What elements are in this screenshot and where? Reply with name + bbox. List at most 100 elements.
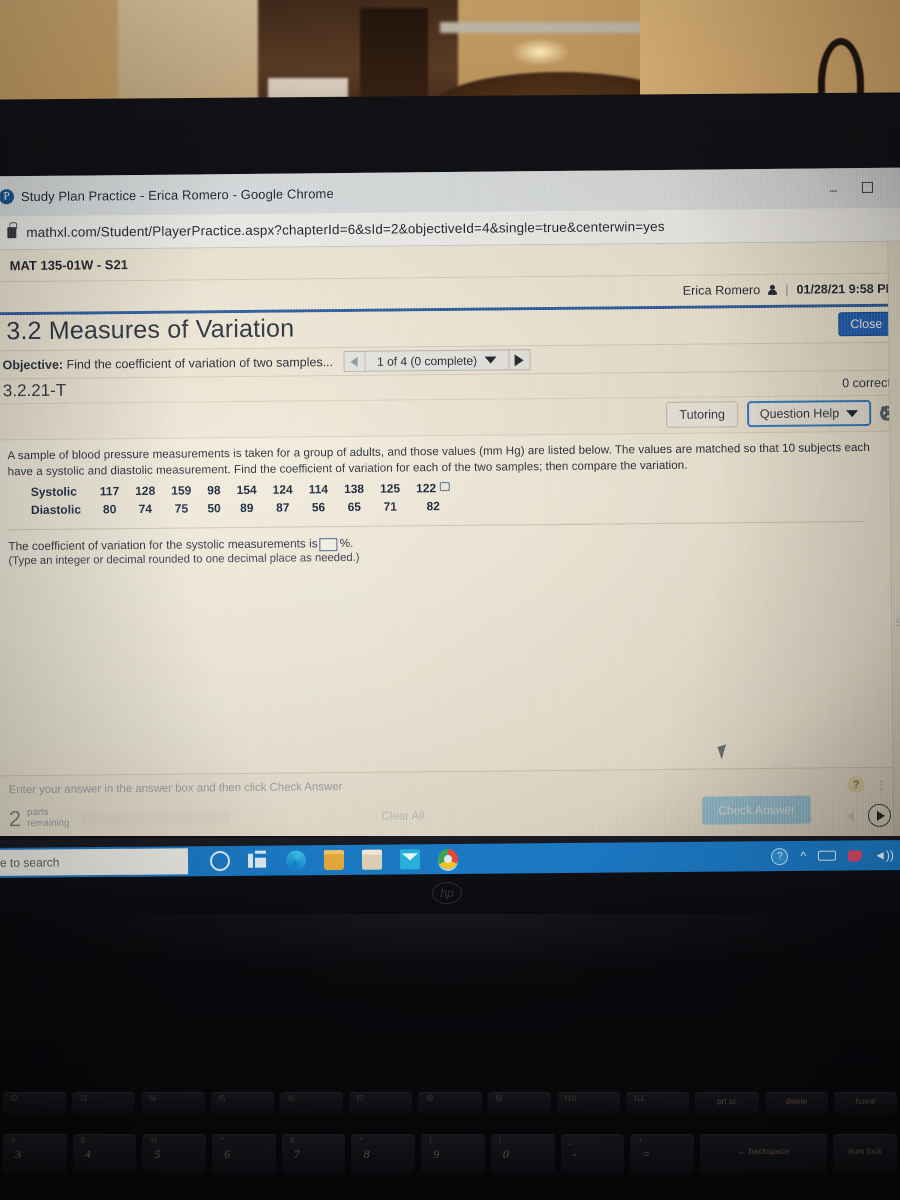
microsoft-store-icon[interactable] [361,849,383,870]
key-f5[interactable]: f5 [210,1092,274,1114]
triangle-left-icon[interactable] [846,810,855,821]
key-sup: f10 [564,1094,576,1103]
key-sup: f3 [80,1094,87,1103]
network-icon[interactable] [848,849,863,862]
tutoring-button[interactable]: Tutoring [666,401,739,428]
question-pager[interactable]: 1 of 4 (0 complete) [364,349,509,372]
check-answer-button[interactable]: Check Answer [702,795,812,825]
key-f8[interactable]: f8 [418,1092,482,1114]
key-label: 0 [502,1147,509,1161]
chevron-up-icon[interactable]: ^ [800,849,806,863]
cell: 125 [379,481,401,496]
key-f4[interactable]: f4 [141,1092,205,1114]
question-navigator: 1 of 4 (0 complete) [342,349,531,373]
minimize-button[interactable]: – [830,182,837,197]
cell: 138 [343,481,365,497]
laptop-deck: hp f2 f3 f4 f5 f6 f7 f8 f9 f10 f11 prt s… [0,836,900,1200]
file-explorer-icon[interactable] [323,849,345,871]
key-9[interactable]: (9 [421,1134,485,1174]
key-0[interactable]: ) 0 [490,1134,555,1174]
key-8[interactable]: * 8 [351,1134,416,1174]
mail-icon[interactable] [399,849,421,870]
key-print-screen[interactable]: prt sc [695,1092,759,1114]
battery-icon[interactable] [818,850,837,861]
key-sup: f7 [357,1094,364,1103]
help-circle-icon[interactable]: ? [771,847,789,865]
maximize-button[interactable] [861,181,873,194]
cell: 114 [308,482,329,497]
key-f10[interactable]: f10 [556,1092,621,1114]
table-row: Diastolic 80 74 75 50 89 87 56 65 71 82 [24,498,457,518]
volume-icon[interactable]: ◄)) [874,848,894,862]
separator: | [785,282,789,297]
key-f3[interactable]: f3 [72,1092,136,1114]
key-minus[interactable]: _ - [560,1134,625,1174]
close-button[interactable]: Close [838,311,895,336]
cortana-icon[interactable] [209,850,231,872]
question-help-button[interactable]: Question Help [746,399,872,428]
key-5[interactable]: % 5 [142,1134,207,1174]
parts-label-line1: parts [27,807,49,819]
play-circle-icon[interactable] [867,803,892,828]
task-view-icon[interactable] [247,850,269,871]
key-4[interactable]: $4 [72,1134,137,1174]
cell: 89 [240,500,254,516]
key-6[interactable]: ^ 6 [212,1134,276,1174]
key-f6[interactable]: f6 [279,1092,344,1114]
clear-all-button[interactable]: Clear All [381,809,424,822]
answer-input[interactable] [319,538,338,552]
key-sup: ) [498,1136,502,1145]
more-vertical-icon[interactable]: ⋮ [876,780,887,792]
cell: 71 [383,499,397,514]
key-sup: & [289,1136,296,1145]
next-question-button[interactable] [508,349,531,371]
laptop-screen: P Study Plan Practice - Erica Romero - G… [0,167,900,849]
timestamp: 01/28/21 9:58 PM [796,281,896,297]
chevron-down-icon [484,356,497,364]
microsoft-edge-icon[interactable] [285,850,307,871]
row-label-systolic: Systolic [30,484,77,500]
key-7[interactable]: & 7 [281,1134,346,1174]
key-sup: f11 [634,1094,645,1103]
help-circle-icon[interactable]: ? [847,776,865,794]
key-sup: f6 [287,1094,295,1103]
mouse-pointer-icon [717,744,731,760]
key-label: num lock [848,1146,883,1156]
triangle-left-icon [350,356,358,367]
keyboard: f2 f3 f4 f5 f6 f7 f8 f9 f10 f11 prt sc d… [0,1074,900,1200]
key-sup: * [359,1136,363,1145]
key-backspace[interactable]: ← backspace [699,1134,828,1174]
key-label: 3 [15,1147,21,1161]
key-equals[interactable]: + = [630,1134,694,1174]
parts-label-line2: remaining [27,817,70,830]
key-delete[interactable]: delete [764,1092,828,1114]
progress-bar [83,810,232,826]
copy-to-clipboard-icon[interactable] [440,482,451,492]
cell: 82 [426,499,441,514]
lock-icon [7,227,17,239]
exercise-id: 3.2.21-T [2,380,67,401]
key-label: prt sc [717,1097,737,1106]
cell: 154 [236,482,257,498]
key-home[interactable]: home [833,1092,898,1114]
key-f9[interactable]: f9 [487,1092,551,1114]
key-label: delete [785,1097,808,1106]
key-f7[interactable]: f7 [349,1092,413,1114]
key-sup: ^ [220,1136,224,1145]
objective-text: Objective: Find the coefficient of varia… [3,355,334,372]
parts-remaining-label: parts remaining [27,807,70,830]
person-icon[interactable] [768,284,777,295]
google-chrome-icon[interactable] [437,848,459,870]
laptop-photo-scene: P Study Plan Practice - Erica Romero - G… [0,0,900,1200]
key-sup: # [11,1136,16,1145]
key-label: - [572,1147,577,1161]
cell: 124 [272,482,293,497]
browser-tab-title[interactable]: Study Plan Practice - Erica Romero - Goo… [21,186,334,204]
key-f11[interactable]: f11 [626,1092,690,1114]
previous-question-button[interactable] [342,350,366,373]
taskbar-search-box[interactable]: e to search [0,848,189,877]
key-f2[interactable]: f2 [3,1092,67,1114]
key-num-lock[interactable]: num lock [833,1134,897,1174]
key-3[interactable]: #3 [3,1134,67,1174]
cell: 56 [311,500,326,515]
